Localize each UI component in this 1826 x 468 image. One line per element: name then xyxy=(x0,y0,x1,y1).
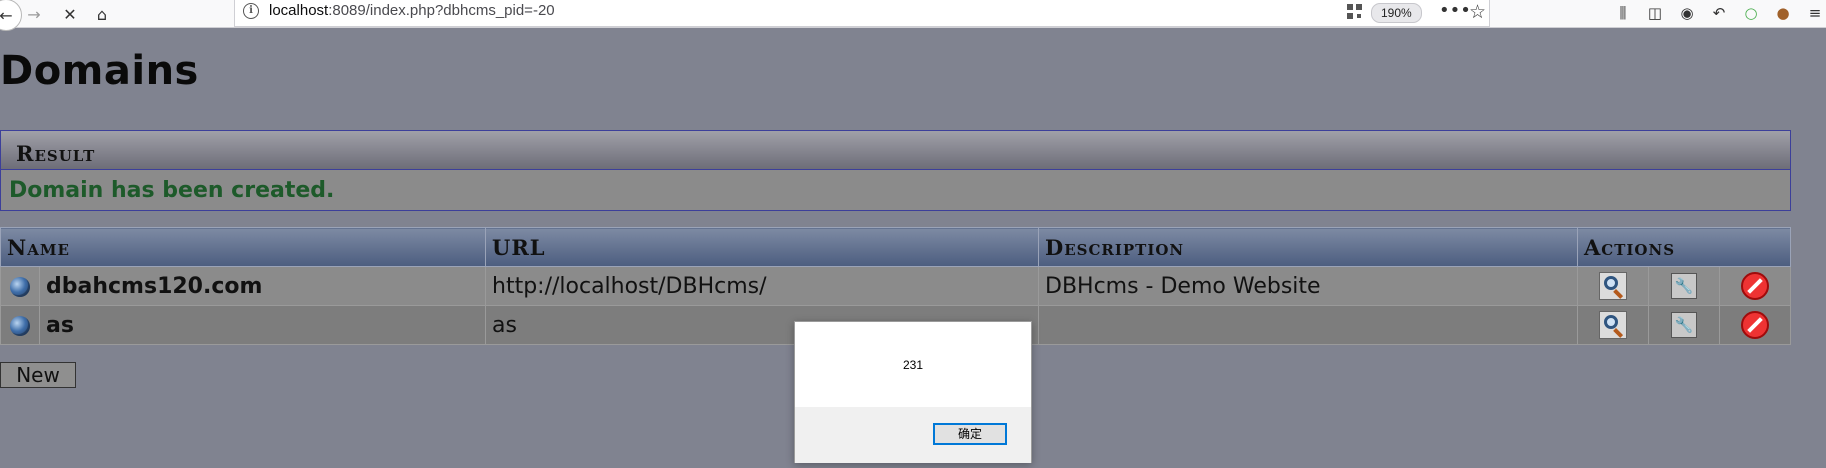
zoom-level-badge[interactable]: 190% xyxy=(1371,3,1422,23)
sync-icon[interactable]: ◉ xyxy=(1676,2,1698,24)
magnifier-icon[interactable] xyxy=(1599,311,1627,339)
magnifier-icon[interactable] xyxy=(1599,272,1627,300)
view-action-cell xyxy=(1577,266,1649,306)
domain-name: dbahcms120.com xyxy=(39,266,486,306)
wrench-icon[interactable]: 🔧 xyxy=(1671,273,1697,299)
cookie-icon[interactable]: ● xyxy=(1772,2,1794,24)
alert-ok-button[interactable]: 确定 xyxy=(933,423,1007,445)
wrench-icon[interactable]: 🔧 xyxy=(1671,312,1697,338)
menu-icon[interactable]: ≡ xyxy=(1804,2,1826,24)
column-header-url: URL xyxy=(485,227,1039,267)
result-heading: Result xyxy=(16,141,96,166)
domain-description xyxy=(1038,305,1578,345)
url-host: localhost xyxy=(269,2,329,19)
column-header-description: Description xyxy=(1038,227,1578,267)
domain-icon-cell xyxy=(0,305,40,345)
undo-icon[interactable]: ↶ xyxy=(1708,2,1730,24)
result-panel: Result Domain has been created. xyxy=(0,130,1791,211)
stop-icon[interactable]: ✕ xyxy=(56,1,84,27)
url-path: :8089/index.php?dbhcms_pid=-20 xyxy=(328,2,555,19)
delete-icon[interactable] xyxy=(1741,272,1769,300)
page-title: Domains xyxy=(0,48,199,94)
domain-icon-cell xyxy=(0,266,40,306)
table-row: dbahcms120.com http://localhost/DBHcms/ … xyxy=(0,266,1791,306)
globe-icon xyxy=(10,276,30,297)
edit-action-cell: 🔧 xyxy=(1648,266,1720,306)
browser-toolbar: ← → ✕ ⌂ i localhost:8089/index.php?dbhcm… xyxy=(0,0,1826,31)
domain-name: as xyxy=(39,305,486,345)
delete-action-cell xyxy=(1719,305,1791,345)
alert-dialog: 231 确定 xyxy=(794,321,1032,463)
table-header-row: Name URL Description Actions xyxy=(0,227,1791,267)
view-action-cell xyxy=(1577,305,1649,345)
delete-icon[interactable] xyxy=(1741,311,1769,339)
bookmark-star-icon[interactable]: ☆ xyxy=(1469,0,1486,24)
site-info-icon[interactable]: i xyxy=(243,3,259,19)
library-icon[interactable]: ⫼ xyxy=(1612,2,1634,24)
domain-url: http://localhost/DBHcms/ xyxy=(485,266,1039,306)
column-header-actions: Actions xyxy=(1577,227,1791,267)
back-arrow-icon[interactable]: ← xyxy=(0,0,22,31)
edit-action-cell: 🔧 xyxy=(1648,305,1720,345)
alert-message: 231 xyxy=(902,358,924,372)
home-icon[interactable]: ⌂ xyxy=(88,1,116,27)
result-header: Result xyxy=(1,131,1790,170)
extension-icon[interactable]: ○ xyxy=(1740,2,1762,24)
qr-code-icon[interactable] xyxy=(1347,4,1362,19)
column-header-name: Name xyxy=(0,227,486,267)
globe-icon xyxy=(10,315,30,336)
result-message: Domain has been created. xyxy=(9,178,335,203)
delete-action-cell xyxy=(1719,266,1791,306)
url-text[interactable]: localhost:8089/index.php?dbhcms_pid=-20 xyxy=(269,2,555,19)
new-domain-button[interactable]: New xyxy=(0,362,76,388)
forward-arrow-icon[interactable]: → xyxy=(20,1,48,27)
page-actions-icon[interactable]: ••• xyxy=(1439,0,1471,22)
url-bar[interactable]: i localhost:8089/index.php?dbhcms_pid=-2… xyxy=(234,0,1490,27)
sidebar-icon[interactable]: ◫ xyxy=(1644,2,1666,24)
domain-description: DBHcms - Demo Website xyxy=(1038,266,1578,306)
